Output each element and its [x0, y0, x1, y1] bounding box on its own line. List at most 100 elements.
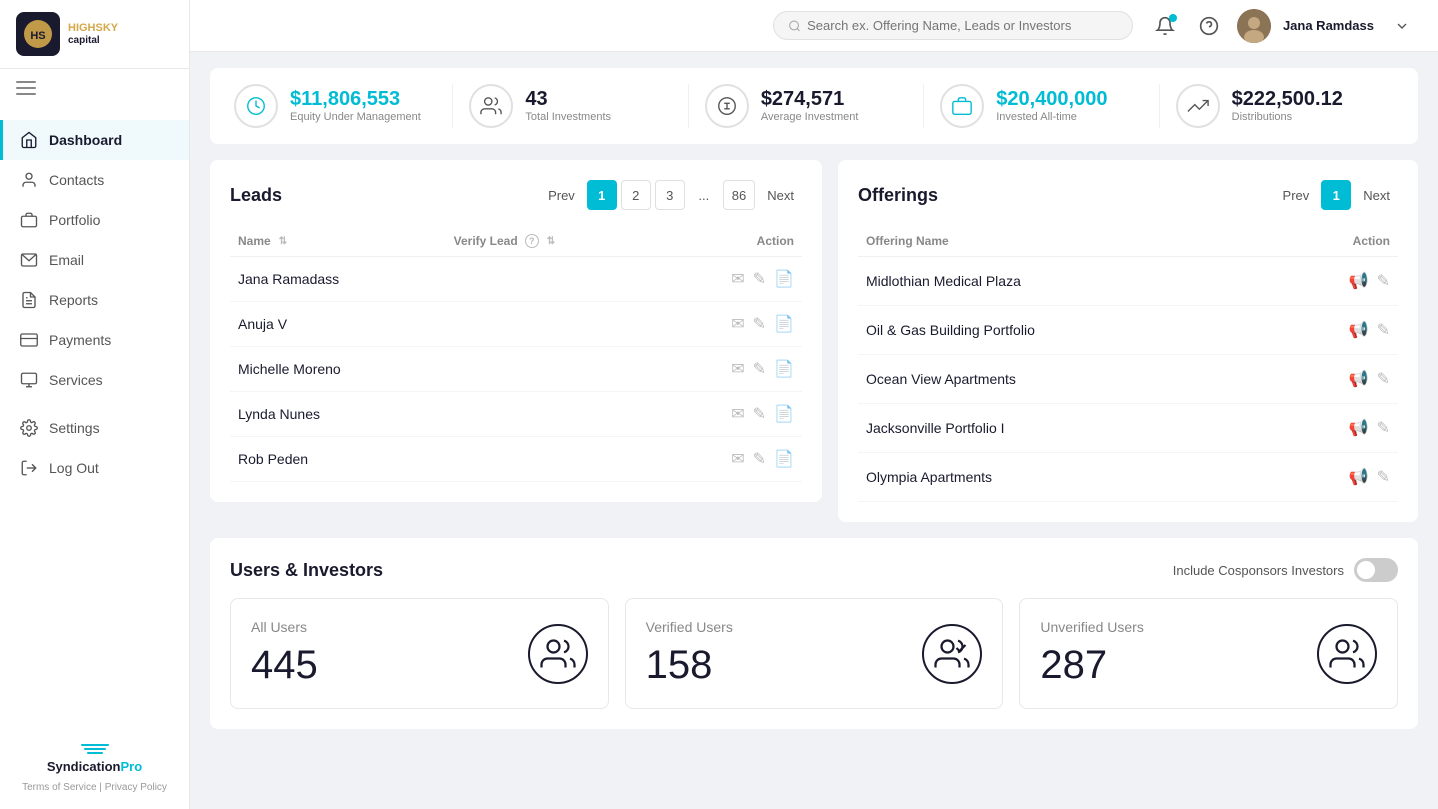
- lead-name: Rob Peden: [230, 437, 446, 482]
- cosponsors-toggle-group: Include Cosponsors Investors: [1173, 558, 1398, 582]
- equity-info: $11,806,553 Equity Under Management: [290, 89, 421, 123]
- verify-sort-icon[interactable]: ⇅: [547, 236, 555, 247]
- edit-action-icon[interactable]: ✎: [1377, 418, 1390, 438]
- sidebar-item-contacts[interactable]: Contacts: [0, 160, 189, 200]
- investments-label: Total Investments: [525, 111, 611, 123]
- edit-action-icon[interactable]: ✎: [1377, 369, 1390, 389]
- sidebar-item-settings[interactable]: Settings: [0, 408, 189, 448]
- syndication-links: Terms of Service | Privacy Policy: [16, 782, 173, 793]
- verified-users-card: Verified Users 158: [625, 598, 1004, 709]
- email-action-icon[interactable]: ✉: [731, 359, 744, 379]
- average-info: $274,571 Average Investment: [761, 89, 859, 123]
- offerings-pagination: Prev 1 Next: [1275, 180, 1398, 210]
- leads-page-1[interactable]: 1: [587, 180, 617, 210]
- doc-action-icon[interactable]: 📄: [774, 314, 794, 334]
- email-action-icon[interactable]: ✉: [731, 269, 744, 289]
- syndication-lines: [81, 743, 109, 755]
- investments-info: 43 Total Investments: [525, 89, 611, 123]
- distributions-icon: [1176, 84, 1220, 128]
- edit-action-icon[interactable]: ✎: [1377, 467, 1390, 487]
- offerings-page-1[interactable]: 1: [1321, 180, 1351, 210]
- offerings-prev-btn[interactable]: Prev: [1275, 180, 1318, 210]
- logout-icon: [19, 458, 39, 478]
- doc-action-icon[interactable]: 📄: [774, 359, 794, 379]
- doc-action-icon[interactable]: 📄: [774, 269, 794, 289]
- email-action-icon[interactable]: ✉: [731, 314, 744, 334]
- cosponsors-toggle[interactable]: [1354, 558, 1398, 582]
- privacy-link[interactable]: Privacy Policy: [105, 782, 167, 793]
- sidebar-item-services[interactable]: Services: [0, 360, 189, 400]
- offerings-card: Offerings Prev 1 Next Offering Name Acti…: [838, 160, 1418, 522]
- lead-name: Jana Ramadass: [230, 257, 446, 302]
- leads-prev-btn[interactable]: Prev: [540, 180, 583, 210]
- syndication-line-2: [84, 748, 106, 750]
- lead-actions: ✉ ✎ 📄: [659, 302, 802, 347]
- reports-icon: [19, 290, 39, 310]
- leads-col-verify: Verify Lead ? ⇅: [446, 226, 659, 257]
- offerings-col-name: Offering Name: [858, 226, 1270, 257]
- name-sort-icon[interactable]: ⇅: [279, 236, 287, 247]
- notification-dot: [1169, 14, 1177, 22]
- user-menu-icon[interactable]: [1386, 10, 1418, 42]
- leads-table: Name ⇅ Verify Lead ? ⇅: [230, 226, 802, 482]
- notification-icon[interactable]: [1149, 10, 1181, 42]
- sidebar-item-payments[interactable]: Payments: [0, 320, 189, 360]
- leads-pagination: Prev 1 2 3 ... 86 Next: [540, 180, 802, 210]
- table-row: Olympia Apartments 📢 ✎: [858, 453, 1398, 502]
- verified-users-count: 158: [646, 643, 733, 688]
- offerings-next-btn[interactable]: Next: [1355, 180, 1398, 210]
- terms-link[interactable]: Terms of Service: [22, 782, 96, 793]
- email-action-icon[interactable]: ✉: [731, 404, 744, 424]
- users-header: Users & Investors Include Cosponsors Inv…: [230, 558, 1398, 582]
- logo-icon: HS: [22, 18, 54, 50]
- broadcast-action-icon[interactable]: 📢: [1349, 271, 1369, 291]
- leads-page-2[interactable]: 2: [621, 180, 651, 210]
- sidebar-label-settings: Settings: [49, 420, 100, 436]
- email-action-icon[interactable]: ✉: [731, 449, 744, 469]
- broadcast-action-icon[interactable]: 📢: [1349, 418, 1369, 438]
- edit-action-icon[interactable]: ✎: [753, 449, 766, 469]
- edit-action-icon[interactable]: ✎: [1377, 271, 1390, 291]
- sidebar-item-logout[interactable]: Log Out: [0, 448, 189, 488]
- investments-icon: [469, 84, 513, 128]
- users-cards: All Users 445 Verified Users 158: [230, 598, 1398, 709]
- edit-action-icon[interactable]: ✎: [753, 404, 766, 424]
- doc-action-icon[interactable]: 📄: [774, 449, 794, 469]
- edit-action-icon[interactable]: ✎: [753, 269, 766, 289]
- edit-action-icon[interactable]: ✎: [753, 359, 766, 379]
- sidebar: HS HIGHSKY capital Dashboard Contac: [0, 0, 190, 809]
- payments-icon: [19, 330, 39, 350]
- lead-name: Anuja V: [230, 302, 446, 347]
- hamburger-icon[interactable]: [0, 69, 189, 112]
- stat-invested: $20,400,000 Invested All-time: [924, 84, 1159, 128]
- search-input[interactable]: [807, 18, 1118, 33]
- edit-action-icon[interactable]: ✎: [1377, 320, 1390, 340]
- doc-action-icon[interactable]: 📄: [774, 404, 794, 424]
- help-icon[interactable]: [1193, 10, 1225, 42]
- search-icon: [788, 19, 801, 33]
- offering-name: Oil & Gas Building Portfolio: [858, 306, 1270, 355]
- verify-help-icon[interactable]: ?: [525, 234, 539, 248]
- search-bar[interactable]: [773, 11, 1133, 40]
- sidebar-item-email[interactable]: Email: [0, 240, 189, 280]
- edit-action-icon[interactable]: ✎: [753, 314, 766, 334]
- broadcast-action-icon[interactable]: 📢: [1349, 320, 1369, 340]
- leads-page-3[interactable]: 3: [655, 180, 685, 210]
- table-row: Ocean View Apartments 📢 ✎: [858, 355, 1398, 404]
- sidebar-footer: SyndicationPro Terms of Service | Privac…: [0, 727, 189, 809]
- leads-page-86[interactable]: 86: [723, 180, 755, 210]
- invested-value: $20,400,000: [996, 89, 1107, 109]
- offering-actions: 📢 ✎: [1270, 404, 1398, 453]
- broadcast-action-icon[interactable]: 📢: [1349, 369, 1369, 389]
- question-icon: [1199, 16, 1219, 36]
- lead-toggle-cell: [446, 347, 659, 392]
- broadcast-action-icon[interactable]: 📢: [1349, 467, 1369, 487]
- sidebar-item-reports[interactable]: Reports: [0, 280, 189, 320]
- lead-actions: ✉ ✎ 📄: [659, 437, 802, 482]
- avatar[interactable]: [1237, 9, 1271, 43]
- leads-next-btn[interactable]: Next: [759, 180, 802, 210]
- sidebar-item-portfolio[interactable]: Portfolio: [0, 200, 189, 240]
- unverified-users-icon: [1317, 624, 1377, 684]
- lead-name: Lynda Nunes: [230, 392, 446, 437]
- sidebar-item-dashboard[interactable]: Dashboard: [0, 120, 189, 160]
